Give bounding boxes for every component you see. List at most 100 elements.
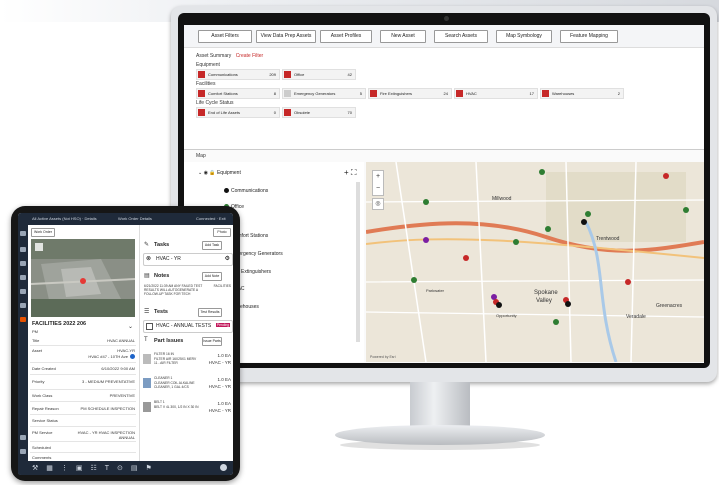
info-icon[interactable] xyxy=(130,354,135,359)
divider xyxy=(30,441,136,442)
status-mid: Work Order Details xyxy=(118,216,152,221)
test-item[interactable]: HVAC - ANNUAL TESTS Pending xyxy=(143,320,233,333)
asset-map[interactable]: Millwood Spokane Valley Trentwood Greena… xyxy=(366,162,704,362)
legend-equipment[interactable]: ⌄ ◉ 🔒 Equipment xyxy=(198,170,241,176)
work-order-detail-pane: Work Order FACILITIES 2022 206 PM ⌄ Titl… xyxy=(28,225,138,461)
bottom-toolbar-icons[interactable]: ⚒▦⋮▣☷T⊙▤⚑ xyxy=(32,464,160,472)
divider xyxy=(30,374,136,375)
map-label-spokane: Spokane xyxy=(534,290,558,296)
divider xyxy=(30,426,136,427)
parts-heading: Part Issues xyxy=(154,338,184,344)
home-icon[interactable] xyxy=(20,231,26,236)
divider xyxy=(30,389,136,390)
tablet-status-bar: All Active Assets (Not HSO) · Details Wo… xyxy=(18,213,233,225)
part-image xyxy=(143,354,151,364)
divider xyxy=(30,452,136,453)
desktop-monitor: Asset Filters View Data Prep Assets Asse… xyxy=(171,6,717,382)
add-note-button[interactable]: Add Note xyxy=(202,272,222,281)
chevron-down-icon[interactable]: ⌄ xyxy=(128,323,133,330)
photo-button[interactable]: Photo xyxy=(213,228,231,237)
part-image xyxy=(143,402,151,412)
feature-mapping-button[interactable]: Feature Mapping xyxy=(560,30,618,43)
new-asset-button[interactable]: New Asset xyxy=(380,30,426,43)
field-label-work-class: Work Class xyxy=(32,393,53,398)
work-order-button[interactable]: Work Order xyxy=(31,228,55,237)
part-image xyxy=(143,378,151,388)
chart-icon[interactable] xyxy=(20,289,26,294)
field-label-repair-reason: Repair Reason xyxy=(32,406,59,411)
facility-sub: PM xyxy=(32,329,38,334)
map-symbology-button[interactable]: Map Symbology xyxy=(496,30,552,43)
field-label-pm-service: PM Service xyxy=(32,430,53,435)
legend-scrollbar[interactable] xyxy=(356,182,360,342)
check-icon[interactable] xyxy=(20,275,26,280)
card-emergency-generators[interactable]: Emergency Generators 5 xyxy=(282,88,366,99)
card-fire-extinguishers[interactable]: Fire Extinguishers 24 xyxy=(368,88,452,99)
tablet-screen: All Active Assets (Not HSO) · Details Wo… xyxy=(18,213,233,475)
test-status-badge: Pending xyxy=(215,323,230,327)
map-panel: Map ⌄ ◉ 🔒 Equipment + ⛶ Communications O… xyxy=(184,149,704,363)
tab-create-filter[interactable]: Create Filter xyxy=(236,53,264,59)
issue-parts-button[interactable]: Issue Parts xyxy=(202,337,222,346)
legend-communications[interactable]: Communications xyxy=(224,188,268,194)
status-right[interactable]: Connected · Exit xyxy=(196,213,226,225)
facilities-heading: Facilities xyxy=(196,81,216,87)
comfort-icon xyxy=(198,90,205,97)
user-icon[interactable] xyxy=(20,449,26,454)
card-communications[interactable]: Communications 209 xyxy=(196,69,280,80)
card-office[interactable]: Office 42 xyxy=(282,69,356,80)
download-icon[interactable] xyxy=(20,435,26,440)
add-layer-icon[interactable]: + ⛶ xyxy=(344,168,357,178)
facility-title: FACILITIES 2022 206 xyxy=(32,321,87,327)
asset-profiles-button[interactable]: Asset Profiles xyxy=(320,30,372,43)
map-icon[interactable] xyxy=(20,261,26,266)
card-hvac[interactable]: HVAC 17 xyxy=(454,88,538,99)
tablet-device: All Active Assets (Not HSO) · Details Wo… xyxy=(11,206,240,481)
field-value-pm-service: HVAC - YR HVAC INSPECTION ANNUAL xyxy=(77,430,135,440)
part-row[interactable]: BELT 1 BELT V 4L 300, 1/2 IN X 30 IN 1.0… xyxy=(143,399,231,423)
part-row[interactable]: CLEANER 1 CLEANER COIL ALKALINE CLEANER,… xyxy=(143,375,231,399)
map-label-parkwater: Parkwater xyxy=(426,288,445,293)
list-icon[interactable] xyxy=(20,247,26,252)
extinguisher-icon xyxy=(370,90,377,97)
lifecycle-heading: Life Cycle Status xyxy=(196,100,234,106)
communications-icon xyxy=(198,71,205,78)
help-icon[interactable] xyxy=(220,464,227,471)
tests-heading: Tests xyxy=(154,309,168,315)
field-label-date: Date Created xyxy=(32,366,56,371)
obsolete-icon xyxy=(284,109,291,116)
generator-icon xyxy=(284,90,291,97)
zoom-controls[interactable]: + − xyxy=(372,170,384,196)
asset-filters-button[interactable]: Asset Filters xyxy=(198,30,252,43)
card-warehouses[interactable]: Warehouses 2 xyxy=(540,88,624,99)
map-label-veradale: Veradale xyxy=(626,314,646,320)
view-data-prep-button[interactable]: View Data Prep Assets xyxy=(256,30,316,43)
map-label-trentwood: Trentwood xyxy=(596,236,620,242)
asset-toolbar: Asset Filters View Data Prep Assets Asse… xyxy=(184,25,704,48)
workorder-icon[interactable] xyxy=(20,317,26,322)
tab-asset-summary[interactable]: Asset Summary xyxy=(196,53,231,59)
locate-icon[interactable]: ◎ xyxy=(372,198,384,210)
search-assets-button[interactable]: Search Assets xyxy=(434,30,488,43)
map-canvas: Millwood Spokane Valley Trentwood Greena… xyxy=(366,162,704,362)
task-item[interactable]: HVAC - YR ⊗ ⚙ xyxy=(143,253,233,266)
map-label-opportunity: Opportunity xyxy=(496,313,517,318)
map-label-valley: Valley xyxy=(536,298,552,304)
field-label-comments: Comments xyxy=(32,455,52,460)
field-value-asset-location: HVAC #47 - 10TH Ave xyxy=(88,354,128,359)
gear-icon[interactable]: ⚙ xyxy=(225,255,230,262)
test-results-button[interactable]: Test Results xyxy=(198,308,222,317)
office-icon xyxy=(284,71,291,78)
clock-icon[interactable] xyxy=(20,303,26,308)
part-row[interactable]: FILTER 16 IN FILTER AIR 16X25X1 MERV 11 … xyxy=(143,351,231,375)
card-obsolete[interactable]: Obsolete 70 xyxy=(282,107,356,118)
divider xyxy=(30,345,136,346)
add-task-button[interactable]: Add Task xyxy=(202,241,222,250)
test-checkbox[interactable] xyxy=(146,323,153,330)
aerial-photo xyxy=(31,239,135,317)
tests-icon: ☰ xyxy=(144,309,150,315)
card-end-of-life[interactable]: End of Life Assets 0 xyxy=(196,107,280,118)
field-label-priority: Priority xyxy=(32,379,45,384)
wrench-icon: ✎ xyxy=(144,242,150,248)
card-comfort-stations[interactable]: Comfort Stations 8 xyxy=(196,88,280,99)
